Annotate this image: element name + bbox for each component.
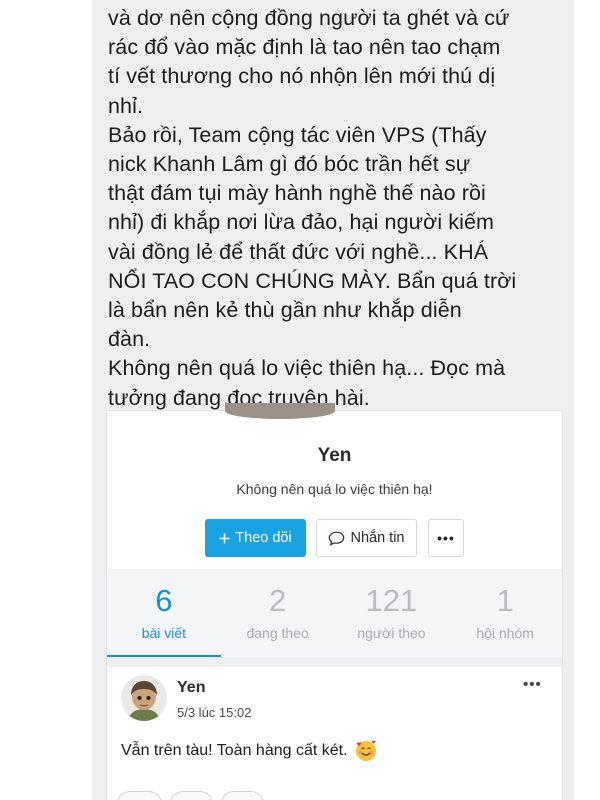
stat-label: đang theo [246,625,309,641]
post-author-name[interactable]: Yen [177,679,205,697]
stat-value: 121 [365,583,418,618]
follow-button-label: Theo dõi [235,530,292,546]
section-divider [107,657,562,667]
smiling-face-with-hearts-icon [354,739,378,763]
stat-posts[interactable]: 6 bài viết [107,569,221,657]
stat-value: 6 [155,583,173,618]
profile-more-button[interactable]: ••• [428,519,464,557]
stat-groups[interactable]: 1 hội nhóm [448,569,562,657]
profile-card-screenshot: Yen Không nên quá lo việc thiên hạ! Theo… [106,403,563,800]
profile-name: Yen [317,445,352,466]
stat-followers[interactable]: 121 người theo [335,569,449,657]
tag-chip[interactable]: OTD [117,791,163,800]
stat-value: 1 [496,583,514,618]
post-more-button[interactable]: ••• [523,676,542,693]
message-text: và dơ nên cộng đồng người ta ghét và cứ … [108,6,517,410]
plus-icon [219,533,230,544]
post-author-avatar[interactable] [121,675,167,721]
tags-more-icon[interactable]: ••• [272,791,286,800]
tag-chip[interactable]: BVL [170,791,214,800]
post-body: Vẫn trên tàu! Toàn hàng cất két. [121,739,378,763]
profile-avatar [225,403,335,419]
profile-bio: Không nên quá lo việc thiên hạ! [236,481,433,497]
stat-label: hội nhóm [476,625,534,641]
message-button-label: Nhắn tin [350,530,405,546]
chat-bubble-icon [328,531,345,546]
message-bubble: và dơ nên cộng đồng người ta ghét và cứ … [92,0,574,800]
stat-label: người theo [357,625,426,641]
tag-chip[interactable]: BVT [221,791,265,800]
post-tags: OTD BVL BVT ••• [117,791,286,800]
post-text: Vẫn trên tàu! Toàn hàng cất két. [121,742,348,759]
stat-following[interactable]: 2 đang theo [221,569,335,657]
stat-label: bài viết [141,625,187,641]
post-timestamp: 5/3 lúc 15:02 [177,705,252,720]
profile-stats: 6 bài viết 2 đang theo 121 người theo 1 … [107,569,562,657]
stat-value: 2 [269,583,287,618]
message-button[interactable]: Nhắn tin [316,519,417,557]
follow-button[interactable]: Theo dõi [205,519,306,557]
